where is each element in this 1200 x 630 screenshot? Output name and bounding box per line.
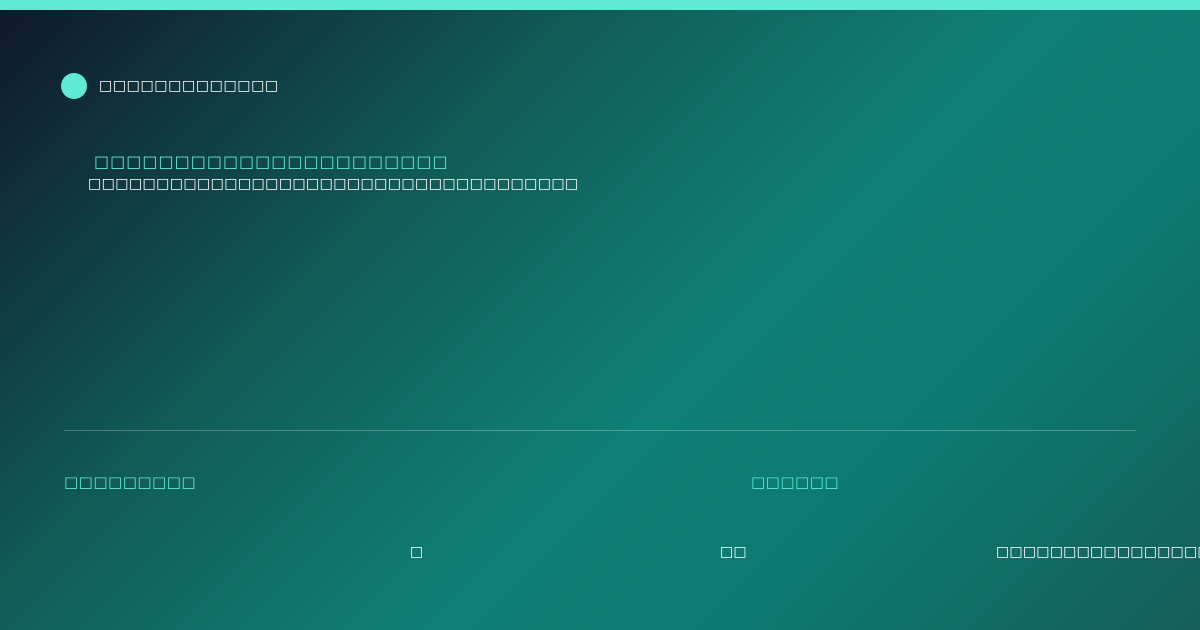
section-divider	[64, 430, 1136, 431]
page-title: □□□□□□□□□□□□□□□□□□□□□□	[94, 152, 449, 171]
brand-name: □□□□□□□□□□□□□	[99, 78, 279, 94]
top-accent-bar	[0, 0, 1200, 10]
footer-left-label: □□□□□□□□□	[64, 473, 197, 491]
footer-meta-item: □□	[720, 544, 747, 560]
page-subtitle: □□□□□□□□□□□□□□□□□□□□□□□□□□□□□□□□□□□□	[88, 176, 579, 192]
footer-meta-item: □	[410, 544, 424, 560]
footer-meta-item: □□□□□□□□□□□□□□□□□□□	[996, 544, 1200, 560]
footer-right-label: □□□□□□	[751, 473, 840, 491]
brand: □□□□□□□□□□□□□	[61, 73, 279, 99]
circle-logo-icon	[61, 73, 87, 99]
